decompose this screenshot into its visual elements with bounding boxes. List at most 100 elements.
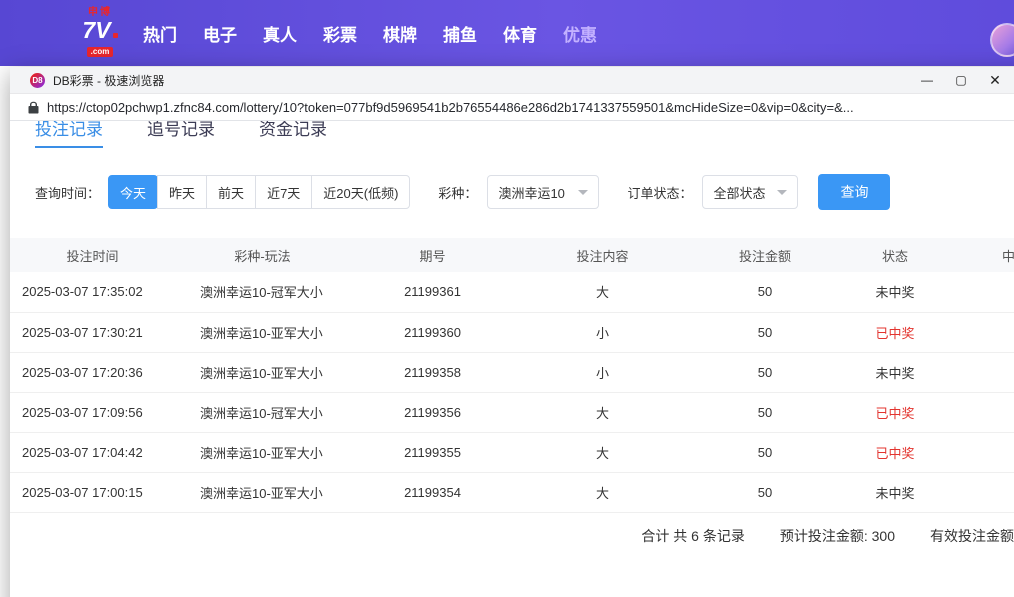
nav-item-sports[interactable]: 体育	[490, 21, 550, 46]
time-option-daybefore[interactable]: 前天	[206, 175, 256, 209]
bet-time-cell: 2025-03-07 17:09:56	[10, 392, 175, 432]
time-filter-label: 查询时间：	[35, 183, 100, 202]
site-logo[interactable]: 申博 7V .com	[76, 8, 124, 58]
filter-bar: 查询时间： 今天 昨天 前天 近7天 近20天(低频) 彩种： 澳洲幸运10 订…	[35, 174, 1014, 210]
user-avatar[interactable]	[990, 23, 1014, 57]
close-icon[interactable]: ✕	[978, 67, 1012, 93]
record-tabs: 投注记录 追号记录 资金记录	[10, 121, 1014, 148]
summary-valid-amount: 有效投注金额	[930, 523, 1014, 549]
table-row: 2025-03-07 17:00:15 澳洲幸运10-亚军大小 21199354…	[10, 472, 1014, 512]
amount-cell: 50	[690, 472, 840, 512]
chevron-down-icon	[777, 190, 787, 195]
amount-cell: 50	[690, 392, 840, 432]
issue-cell: 21199356	[350, 392, 515, 432]
tab-fund-records[interactable]: 资金记录	[259, 121, 327, 148]
status-filter-label: 订单状态：	[627, 183, 692, 202]
table-row: 2025-03-07 17:30:21 澳洲幸运10-亚军大小 21199360…	[10, 312, 1014, 352]
col-header-amount: 投注金额	[690, 238, 840, 272]
browser-titlebar[interactable]: D8 DB彩票 - 极速浏览器 — ▢ ✕	[10, 67, 1014, 94]
prize-cell	[950, 312, 1014, 352]
game-cell: 澳洲幸运10-亚军大小	[175, 312, 350, 352]
time-option-yesterday[interactable]: 昨天	[157, 175, 207, 209]
amount-cell: 50	[690, 312, 840, 352]
col-header-issue: 期号	[350, 238, 515, 272]
status-cell: 未中奖	[840, 352, 950, 392]
issue-cell: 21199354	[350, 472, 515, 512]
browser-window: D8 DB彩票 - 极速浏览器 — ▢ ✕ https://ctop02pchw…	[10, 67, 1014, 597]
tab-chase-records[interactable]: 追号记录	[147, 121, 215, 148]
issue-cell: 21199355	[350, 432, 515, 472]
status-cell: 未中奖	[840, 272, 950, 312]
nav-item-hot[interactable]: 热门	[130, 21, 190, 46]
time-option-20days[interactable]: 近20天(低频)	[311, 175, 410, 209]
summary-expected-amount: 预计投注金额: 300	[780, 523, 895, 549]
bet-time-cell: 2025-03-07 17:35:02	[10, 272, 175, 312]
time-range-group: 今天 昨天 前天 近7天 近20天(低频)	[108, 175, 410, 209]
status-cell: 未中奖	[840, 472, 950, 512]
search-button[interactable]: 查询	[818, 174, 890, 210]
nav-item-promo[interactable]: 优惠	[550, 21, 610, 46]
nav-item-fishing[interactable]: 捕鱼	[430, 21, 490, 46]
prize-cell	[950, 472, 1014, 512]
lottery-select[interactable]: 澳洲幸运10	[487, 175, 599, 209]
bet-time-cell: 2025-03-07 17:30:21	[10, 312, 175, 352]
lock-icon[interactable]	[28, 101, 39, 114]
col-header-game: 彩种-玩法	[175, 238, 350, 272]
table-row: 2025-03-07 17:35:02 澳洲幸运10-冠军大小 21199361…	[10, 272, 1014, 312]
chevron-down-icon	[578, 190, 588, 195]
amount-cell: 50	[690, 432, 840, 472]
lottery-select-value: 澳洲幸运10	[498, 183, 564, 202]
prize-cell	[950, 352, 1014, 392]
window-title: DB彩票 - 极速浏览器	[53, 72, 164, 89]
time-option-today[interactable]: 今天	[108, 175, 158, 209]
issue-cell: 21199358	[350, 352, 515, 392]
status-select-value: 全部状态	[713, 183, 765, 202]
game-cell: 澳洲幸运10-冠军大小	[175, 392, 350, 432]
address-bar[interactable]: https://ctop02pchwp1.zfnc84.com/lottery/…	[10, 94, 1014, 121]
bet-time-cell: 2025-03-07 17:00:15	[10, 472, 175, 512]
status-cell: 已中奖	[840, 312, 950, 352]
favicon-icon: D8	[30, 73, 45, 88]
nav-item-lottery[interactable]: 彩票	[310, 21, 370, 46]
issue-cell: 21199360	[350, 312, 515, 352]
url-text: https://ctop02pchwp1.zfnc84.com/lottery/…	[47, 100, 854, 115]
logo-main-text: 7V	[76, 19, 124, 42]
maximize-icon[interactable]: ▢	[944, 67, 978, 93]
prize-cell	[950, 432, 1014, 472]
col-header-status: 状态	[840, 238, 950, 272]
table-row: 2025-03-07 17:20:36 澳洲幸运10-亚军大小 21199358…	[10, 352, 1014, 392]
bet-time-cell: 2025-03-07 17:04:42	[10, 432, 175, 472]
screen: 申博 7V .com 热门 电子 真人 彩票 棋牌 捕鱼 体育 优惠 D8 DB…	[0, 0, 1014, 597]
page-content: 投注记录 追号记录 资金记录 查询时间： 今天 昨天 前天 近7天 近20天(低…	[10, 121, 1014, 597]
minimize-icon[interactable]: —	[910, 67, 944, 93]
content-cell: 大	[515, 432, 690, 472]
col-header-content: 投注内容	[515, 238, 690, 272]
records-table: 投注时间 彩种-玩法 期号 投注内容 投注金额 状态 中 2025-03-07 …	[10, 238, 1014, 513]
content-cell: 大	[515, 392, 690, 432]
status-cell: 已中奖	[840, 392, 950, 432]
site-nav-menu: 热门 电子 真人 彩票 棋牌 捕鱼 体育 优惠	[130, 21, 610, 46]
issue-cell: 21199361	[350, 272, 515, 312]
lottery-filter-label: 彩种：	[438, 183, 477, 202]
summary-bar: 合计 共 6 条记录 预计投注金额: 300 有效投注金额	[10, 523, 1014, 549]
site-header: 申博 7V .com 热门 电子 真人 彩票 棋牌 捕鱼 体育 优惠	[0, 0, 1014, 66]
game-cell: 澳洲幸运10-亚军大小	[175, 472, 350, 512]
prize-cell	[950, 392, 1014, 432]
bet-time-cell: 2025-03-07 17:20:36	[10, 352, 175, 392]
content-cell: 小	[515, 312, 690, 352]
status-cell: 已中奖	[840, 432, 950, 472]
nav-item-cards[interactable]: 棋牌	[370, 21, 430, 46]
game-cell: 澳洲幸运10-亚军大小	[175, 352, 350, 392]
content-cell: 小	[515, 352, 690, 392]
nav-item-slots[interactable]: 电子	[190, 21, 250, 46]
content-cell: 大	[515, 272, 690, 312]
tab-bet-records[interactable]: 投注记录	[35, 121, 103, 148]
game-cell: 澳洲幸运10-冠军大小	[175, 272, 350, 312]
col-header-time: 投注时间	[10, 238, 175, 272]
window-controls: — ▢ ✕	[910, 67, 1012, 93]
time-option-7days[interactable]: 近7天	[255, 175, 312, 209]
content-cell: 大	[515, 472, 690, 512]
nav-item-live[interactable]: 真人	[250, 21, 310, 46]
order-status-select[interactable]: 全部状态	[702, 175, 798, 209]
table-row: 2025-03-07 17:09:56 澳洲幸运10-冠军大小 21199356…	[10, 392, 1014, 432]
